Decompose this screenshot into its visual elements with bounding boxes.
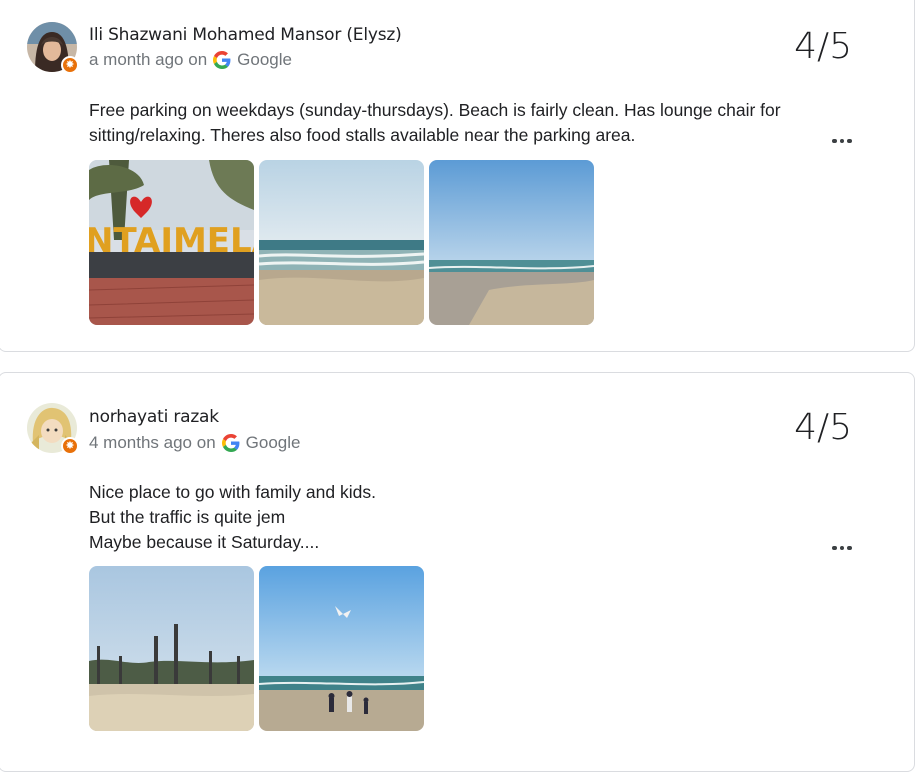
review-photos: NTAIMELAW	[89, 160, 594, 325]
google-g-icon	[221, 434, 240, 452]
review-meta: a month ago on Google	[89, 50, 292, 70]
review-source[interactable]: Google	[237, 50, 292, 70]
review-meta: 4 months ago on Google	[89, 433, 300, 453]
review-text-line: Nice place to go with family and kids.	[89, 482, 376, 502]
review-time: 4 months ago on	[89, 433, 216, 452]
review-source[interactable]: Google	[246, 433, 301, 453]
review-text: Free parking on weekdays (sunday-thursda…	[89, 98, 829, 148]
review-rating: 4/5	[794, 407, 852, 448]
google-g-icon	[213, 51, 231, 69]
local-guide-badge-icon: ✸	[61, 56, 79, 74]
review-text: Nice place to go with family and kids. B…	[89, 480, 829, 555]
author-name[interactable]: Ili Shazwani Mohamed Mansor (Elysz)	[89, 25, 402, 45]
review-card: ✸ norhayati razak 4 months ago on Google…	[0, 372, 915, 772]
beach-shore-photo[interactable]	[429, 160, 594, 325]
review-rating: 4/5	[794, 26, 852, 67]
review-text-line: Maybe because it Saturday....	[89, 532, 320, 552]
photo-sign-text: NTAIMELAW	[89, 221, 254, 261]
review-card: ✸ Ili Shazwani Mohamed Mansor (Elysz) a …	[0, 0, 915, 352]
local-guide-badge-icon: ✸	[61, 437, 79, 455]
review-photos	[89, 566, 424, 731]
review-text-line: Free parking on weekdays (sunday-thursda…	[89, 100, 781, 120]
more-options-icon[interactable]	[830, 543, 854, 553]
author-name[interactable]: norhayati razak	[89, 407, 219, 427]
review-text-line: sitting/relaxing. Theres also food stall…	[89, 125, 636, 145]
avatar[interactable]: ✸	[27, 403, 79, 455]
beach-poles-photo[interactable]	[89, 566, 254, 731]
review-time: a month ago on	[89, 50, 208, 69]
beach-kite-photo[interactable]	[259, 566, 424, 731]
beach-waves-photo[interactable]	[259, 160, 424, 325]
melaka-sign-photo[interactable]: NTAIMELAW	[89, 160, 254, 325]
review-text-line: But the traffic is quite jem	[89, 507, 286, 527]
avatar[interactable]: ✸	[27, 22, 79, 74]
more-options-icon[interactable]	[830, 136, 854, 146]
